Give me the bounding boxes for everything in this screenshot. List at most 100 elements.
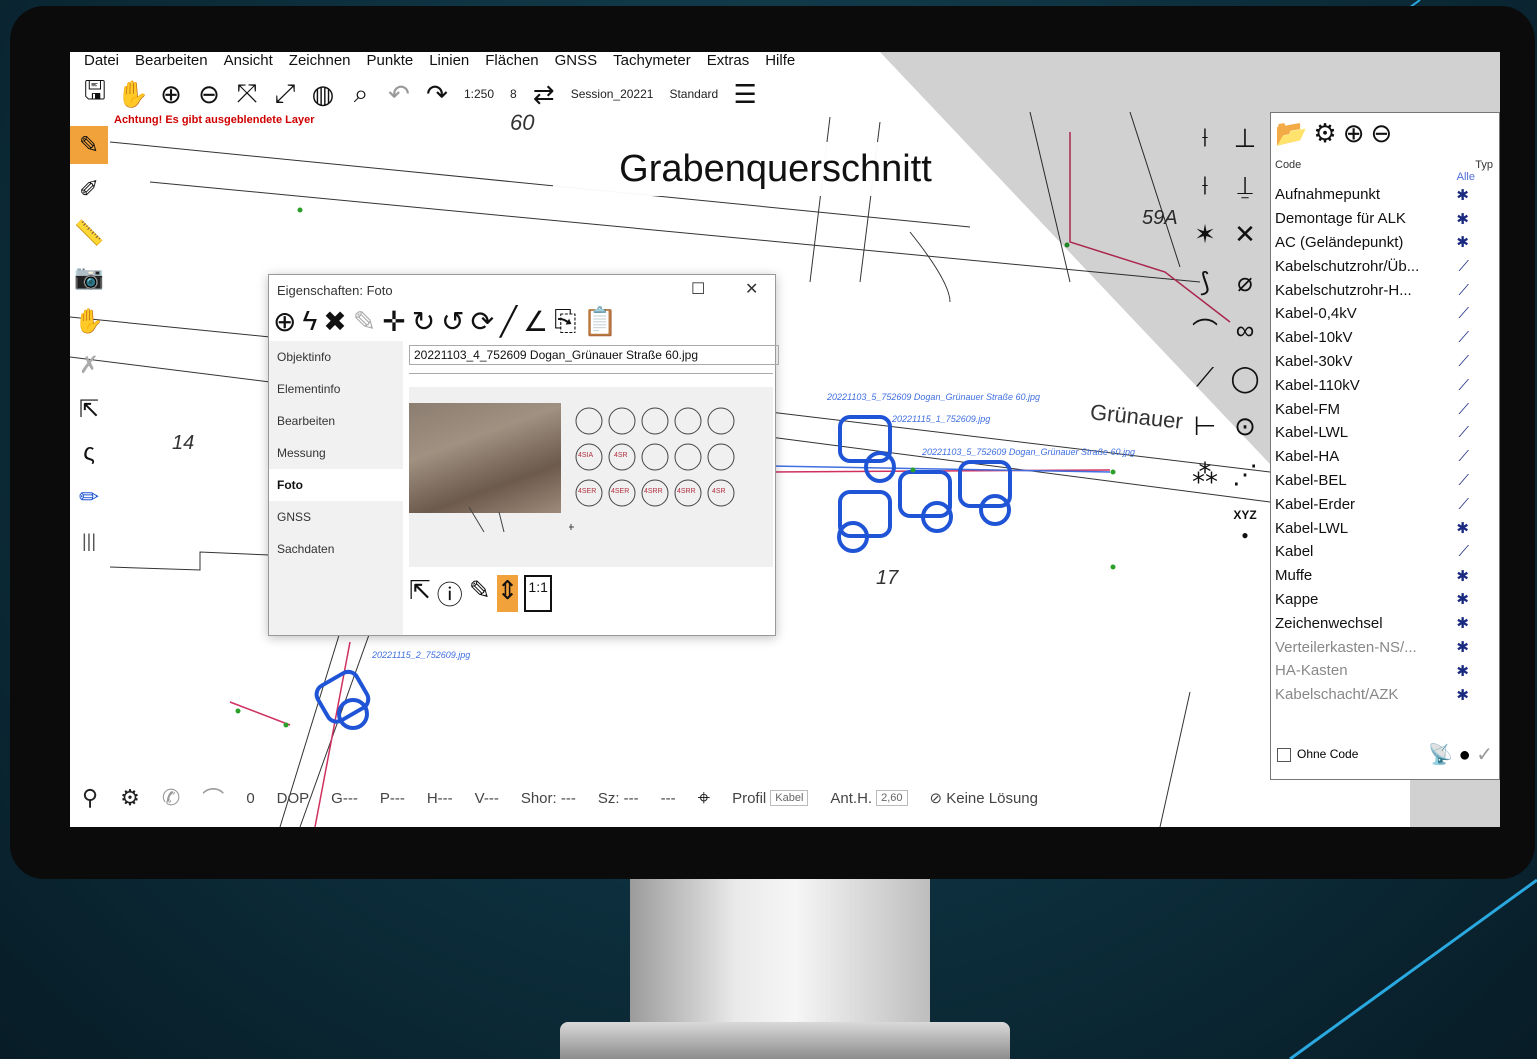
nav-objektinfo[interactable]: Objektinfo	[269, 341, 403, 373]
redo-icon[interactable]: ↷	[420, 77, 454, 111]
menu-datei[interactable]: Datei	[84, 52, 119, 70]
code-row[interactable]: Muffe ✱	[1271, 564, 1499, 588]
close-icon[interactable]: ✕	[745, 279, 758, 299]
photo-label[interactable]: 20221103_5_752609 Dogan_Grünauer Straße …	[827, 392, 1040, 402]
code-row[interactable]: Zeichenwechsel ✱	[1271, 611, 1499, 635]
number-select[interactable]: 8	[504, 87, 523, 101]
export-icon[interactable]: ⇱	[70, 390, 108, 428]
save-icon[interactable]: 🖫	[78, 75, 112, 111]
photo-description-field[interactable]	[409, 367, 773, 374]
curve-icon[interactable]: ⌒	[1185, 310, 1225, 350]
nav-messung[interactable]: Messung	[269, 437, 403, 469]
copy-icon[interactable]: ⎘	[554, 305, 576, 338]
curve-edit-icon[interactable]: ς	[70, 434, 108, 472]
session-select[interactable]: Session_20221	[565, 87, 660, 101]
menu-gnss[interactable]: GNSS	[555, 52, 598, 70]
photo-label[interactable]: 20221115_2_752609.jpg	[372, 650, 470, 660]
code-row[interactable]: Kabel-BEL ⟋	[1271, 469, 1499, 493]
point-cloud-icon[interactable]: ⁂	[1185, 454, 1225, 494]
actual-size-icon[interactable]: 1:1	[524, 575, 552, 612]
arc-points-icon[interactable]: ⟆	[1185, 262, 1225, 302]
photo-label[interactable]: 20221115_1_752609.jpg	[892, 414, 990, 424]
code-row[interactable]: Kabel-Erder ⟋	[1271, 492, 1499, 516]
code-row[interactable]: Kabel-10kV ⟋	[1271, 326, 1499, 350]
zoom-full-icon[interactable]: ⤢	[268, 77, 302, 111]
rotate-0-icon[interactable]: ⟳	[471, 305, 494, 338]
diagonal-icon[interactable]: ⟋	[1185, 358, 1225, 398]
menu-tachymeter[interactable]: Tachymeter	[613, 52, 691, 70]
column-typ[interactable]: Typ	[1475, 159, 1493, 171]
scale-select[interactable]: 1:250	[458, 87, 500, 101]
grip-icon[interactable]: |||	[70, 522, 108, 560]
code-row[interactable]: Aufnahmepunkt ✱	[1271, 183, 1499, 207]
photo-label[interactable]: 20221103_5_752609 Dogan_Grünauer Straße …	[922, 447, 1135, 457]
antenna-height-input[interactable]: 2,60	[876, 790, 908, 806]
satellite-icon[interactable]: 📡	[1428, 744, 1453, 766]
code-row[interactable]: Kabelschutzrohr/Üb... ⟋	[1271, 254, 1499, 278]
rotate-90-icon[interactable]: ↺	[441, 305, 464, 338]
menu-ansicht[interactable]: Ansicht	[224, 52, 273, 70]
filter-all[interactable]: Alle	[1271, 171, 1499, 183]
code-row[interactable]: AC (Geländepunkt) ✱	[1271, 231, 1499, 255]
diameter-icon[interactable]: ⌀	[1225, 262, 1265, 302]
code-row[interactable]: Kabel-110kV ⟋	[1271, 373, 1499, 397]
double-circle-icon[interactable]: ∞	[1225, 310, 1265, 350]
code-row[interactable]: Kabelschacht/AZK ✱	[1271, 683, 1499, 707]
photo-preview[interactable]: 4SIA 4SR 4SER 4SER 4SRR 4SRR 4SR	[409, 387, 773, 567]
delete-icon[interactable]: ✖	[323, 305, 346, 338]
sync-icon[interactable]: ⇄	[527, 77, 561, 111]
menu-hilfe[interactable]: Hilfe	[765, 52, 795, 70]
nav-gnss[interactable]: GNSS	[269, 501, 403, 533]
column-code[interactable]: Code	[1275, 159, 1301, 171]
offset-icon[interactable]: ⊢	[1185, 406, 1225, 446]
photo-filename-field[interactable]: 20221103_4_752609 Dogan_Grünauer Straße …	[409, 345, 779, 365]
xyz-point-icon[interactable]: XYZ ●	[1225, 502, 1265, 542]
pencil-edit-icon[interactable]: ✎	[70, 126, 108, 164]
perpendicular-icon[interactable]: ⊥	[1225, 118, 1265, 158]
connection-icon[interactable]: ⌒	[202, 782, 224, 814]
dotted-icon[interactable]: ⋰	[1225, 454, 1265, 494]
remove-icon[interactable]: ⊖	[1370, 118, 1392, 149]
code-row[interactable]: Kabel-LWL ⟋	[1271, 421, 1499, 445]
hand-icon[interactable]: ✋	[116, 77, 150, 111]
menu-punkte[interactable]: Punkte	[367, 52, 414, 70]
gear-icon[interactable]: ⚙	[1313, 118, 1336, 149]
cross-edit-icon[interactable]: ✗	[70, 346, 108, 384]
profile-select[interactable]: Standard	[663, 87, 724, 101]
menu-icon[interactable]: ☰	[728, 77, 762, 111]
cross-icon[interactable]: ✕	[1225, 214, 1265, 254]
ohne-code-checkbox[interactable]: Ohne Code	[1277, 747, 1358, 762]
code-row[interactable]: Kabel-0,4kV ⟋	[1271, 302, 1499, 326]
code-row[interactable]: Kabel-HA ⟋	[1271, 445, 1499, 469]
zoom-out-icon[interactable]: ⊖	[192, 77, 226, 111]
draw-icon[interactable]: ✎	[469, 575, 491, 612]
zoom-search-icon[interactable]: ⌕	[344, 77, 378, 111]
code-row[interactable]: Kabel-30kV ⟋	[1271, 350, 1499, 374]
nav-bearbeiten[interactable]: Bearbeiten	[269, 405, 403, 437]
code-row[interactable]: Kabel-LWL ✱	[1271, 516, 1499, 540]
hand-edit-icon[interactable]: ✋	[70, 302, 108, 340]
add-icon[interactable]: ⊕	[1343, 118, 1365, 149]
point-arc-icon[interactable]: ⟊	[1185, 166, 1225, 206]
scatter-icon[interactable]: ✶	[1185, 214, 1225, 254]
code-row[interactable]: Kabel-FM ⟋	[1271, 397, 1499, 421]
point-pencil-icon[interactable]: ✐	[70, 170, 108, 208]
center-circle-icon[interactable]: ⊙	[1225, 406, 1265, 446]
nav-sachdaten[interactable]: Sachdaten	[269, 533, 403, 565]
code-row[interactable]: HA-Kasten ✱	[1271, 659, 1499, 683]
code-row[interactable]: Kabelschutzrohr-H... ⟋	[1271, 278, 1499, 302]
pin-icon[interactable]: ⍊	[1225, 166, 1265, 206]
target-icon[interactable]: ⌖	[698, 785, 710, 811]
folder-icon[interactable]: 📂	[1275, 118, 1307, 149]
code-row[interactable]: Verteilerkasten-NS/... ✱	[1271, 635, 1499, 659]
confirm-check-icon[interactable]: ✓	[1476, 744, 1493, 766]
zoom-extent-icon[interactable]: ⤧	[230, 77, 264, 111]
nav-foto[interactable]: Foto	[269, 469, 403, 501]
menu-zeichnen[interactable]: Zeichnen	[289, 52, 351, 70]
ruler-icon[interactable]: 📏	[70, 214, 108, 252]
maximize-icon[interactable]: ☐	[691, 279, 705, 299]
code-row[interactable]: Kabel ⟋	[1271, 540, 1499, 564]
menu-linien[interactable]: Linien	[429, 52, 469, 70]
settings-gears-icon[interactable]: ⚙	[120, 785, 140, 811]
paste-icon[interactable]: 📋	[582, 305, 617, 338]
